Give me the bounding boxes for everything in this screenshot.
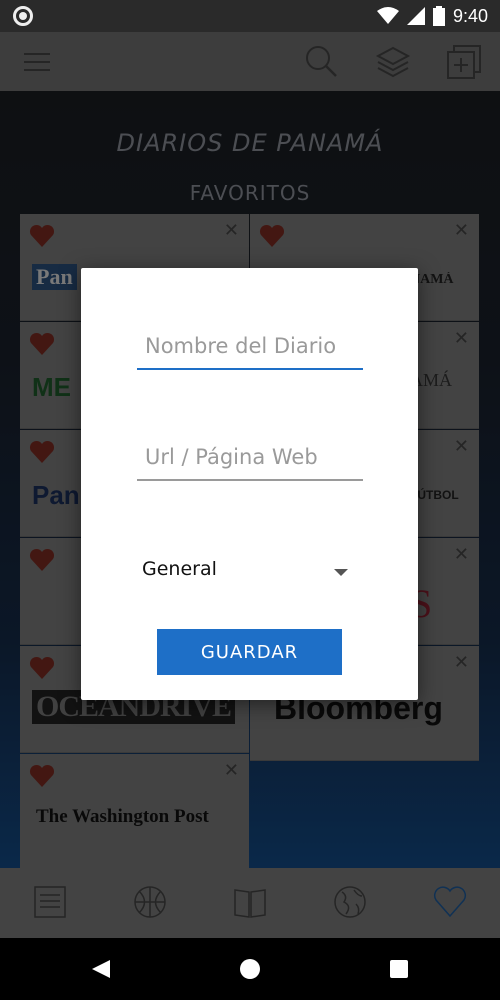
- dropdown-arrow-icon: [334, 569, 348, 576]
- notification-icon: [13, 6, 33, 26]
- wifi-icon: [376, 7, 399, 24]
- home-icon[interactable]: [239, 958, 261, 980]
- signal-icon: [406, 7, 425, 25]
- newspaper-name-input[interactable]: [137, 330, 363, 358]
- newspaper-name-field: [137, 330, 363, 370]
- battery-icon: [432, 6, 445, 26]
- status-bar: 9:40: [0, 0, 500, 32]
- add-newspaper-dialog: General GUARDAR: [81, 268, 418, 700]
- category-select-value: General: [142, 558, 217, 580]
- system-navigation-bar: [0, 938, 500, 1000]
- category-select[interactable]: General: [142, 558, 352, 588]
- back-icon[interactable]: [90, 958, 112, 980]
- newspaper-url-field: [137, 441, 363, 481]
- status-right: 9:40: [376, 4, 488, 28]
- newspaper-url-input[interactable]: [137, 441, 363, 469]
- status-time: 9:40: [452, 5, 488, 26]
- recents-icon[interactable]: [389, 959, 409, 979]
- save-button[interactable]: GUARDAR: [157, 629, 342, 675]
